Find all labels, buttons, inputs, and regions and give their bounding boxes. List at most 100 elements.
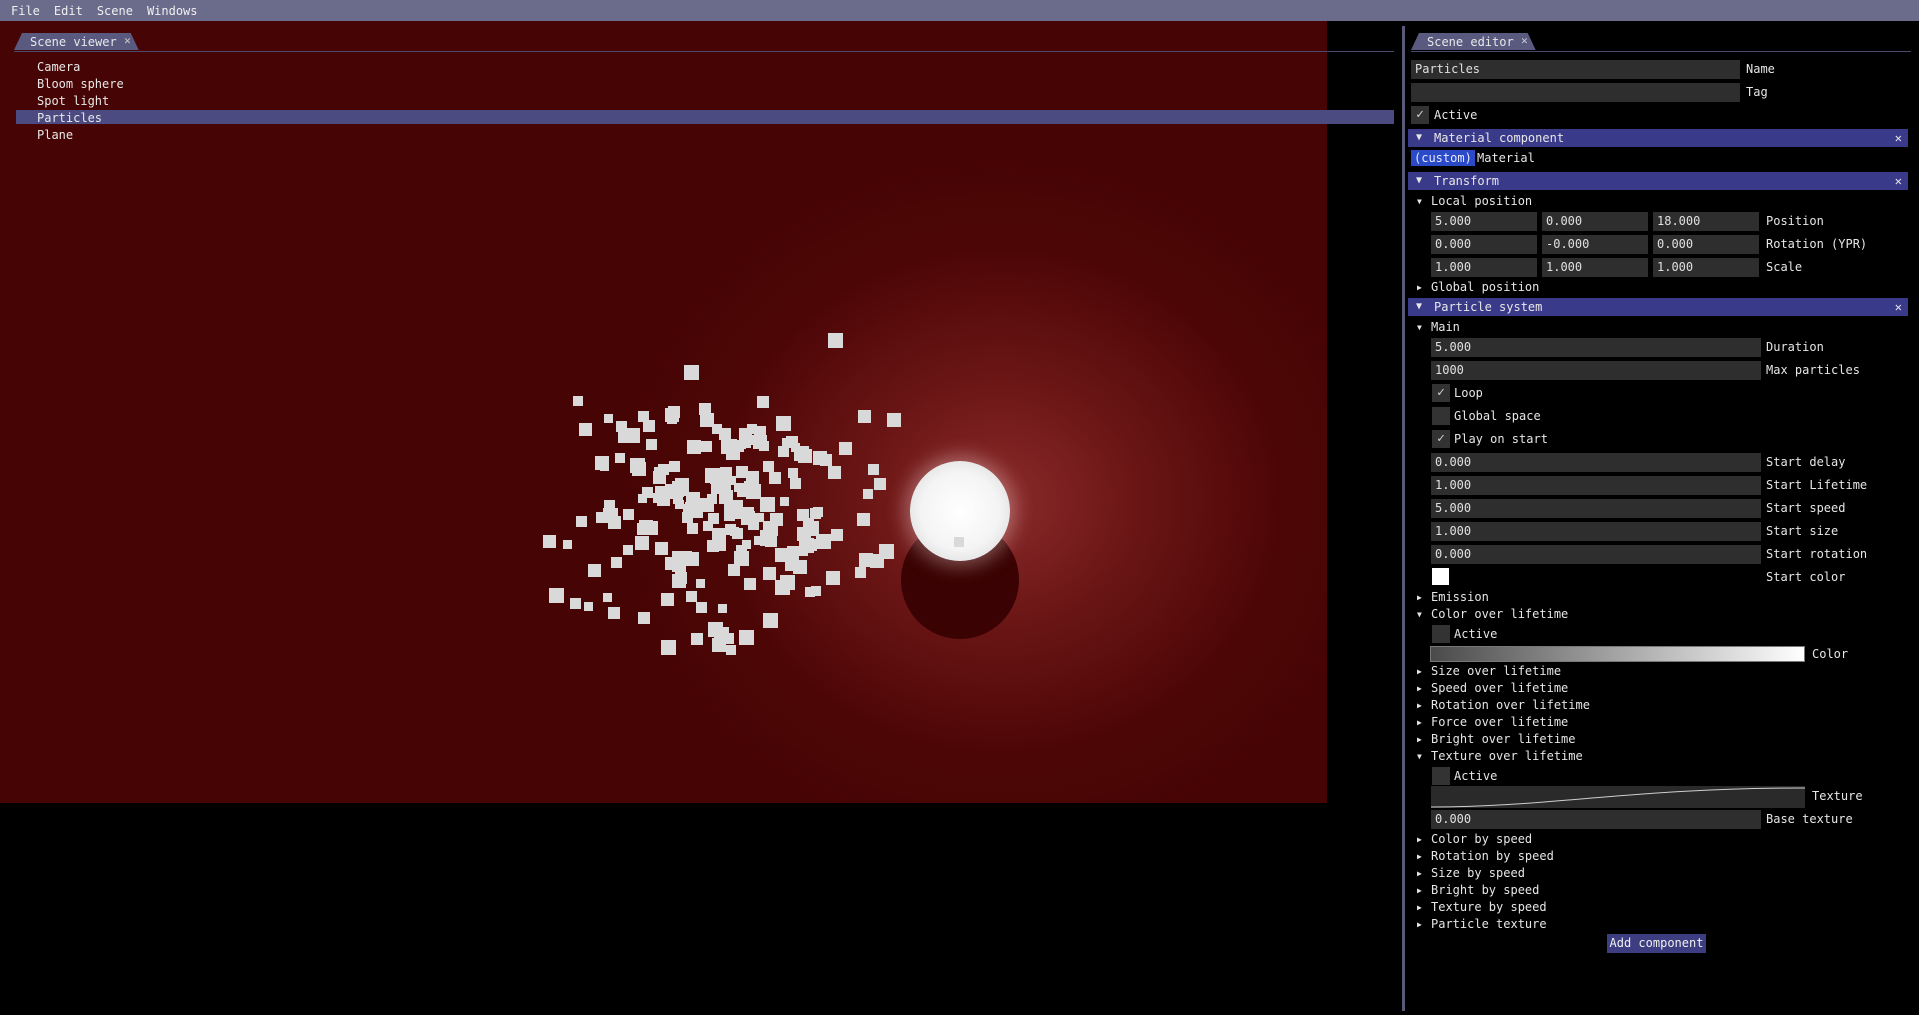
tree-item-plane[interactable]: Plane [37, 127, 73, 143]
emission-node[interactable]: ▶ Emission [1417, 589, 1489, 606]
force-over-lifetime-node[interactable]: ▶ Force over lifetime [1417, 714, 1568, 731]
transform-header[interactable]: ▼ Transform ✕ [1408, 172, 1908, 190]
play-on-start-checkbox[interactable]: ✓ [1432, 430, 1450, 448]
remove-component-icon[interactable]: ✕ [1895, 129, 1902, 147]
particle-sprite [573, 396, 583, 406]
particle-sprite [736, 545, 747, 556]
material-component-header[interactable]: ▼ Material component ✕ [1408, 129, 1908, 147]
start-rotation-field[interactable]: 0.000 [1431, 545, 1761, 564]
size-by-speed-node[interactable]: ▶ Size by speed [1417, 865, 1525, 882]
speed-over-lifetime-node[interactable]: ▶ Speed over lifetime [1417, 680, 1568, 697]
particle-sprite [584, 602, 593, 611]
size-over-lifetime-node[interactable]: ▶ Size over lifetime [1417, 663, 1561, 680]
global-space-label: Global space [1454, 409, 1541, 423]
scale-y[interactable]: 1.000 [1542, 258, 1648, 277]
scene-viewport[interactable] [0, 21, 1327, 803]
particle-sprite [623, 545, 633, 555]
bright-by-speed-node[interactable]: ▶ Bright by speed [1417, 882, 1539, 899]
main-label: Main [1431, 320, 1460, 334]
texture-curve-editor[interactable] [1431, 786, 1805, 808]
rotation-over-lifetime-node[interactable]: ▶ Rotation over lifetime [1417, 697, 1590, 714]
particle-sprite [608, 607, 620, 619]
material-label: Material [1477, 151, 1535, 165]
global-space-checkbox[interactable] [1432, 407, 1450, 425]
color-over-lifetime-node[interactable]: ▼ Color over lifetime [1417, 606, 1568, 623]
menu-edit[interactable]: Edit [47, 4, 90, 18]
max-particles-field[interactable]: 1000 [1431, 361, 1761, 380]
tree-item-camera[interactable]: Camera [37, 59, 80, 75]
particle-sprite [728, 564, 740, 576]
local-position-node[interactable]: ▼ Local position [1417, 193, 1532, 210]
particle-sprite [686, 591, 697, 602]
menu-scene[interactable]: Scene [90, 4, 140, 18]
loop-checkbox[interactable]: ✓ [1432, 384, 1450, 402]
rotation-by-speed-node[interactable]: ▶ Rotation by speed [1417, 848, 1554, 865]
start-color-swatch[interactable] [1432, 568, 1449, 585]
particle-sprite [588, 564, 601, 577]
name-field[interactable]: Particles [1411, 60, 1740, 79]
duration-field[interactable]: 5.000 [1431, 338, 1761, 357]
rotation-y[interactable]: 0.000 [1431, 235, 1537, 254]
tree-item-particles[interactable]: Particles [37, 110, 102, 126]
start-delay-field[interactable]: 0.000 [1431, 453, 1761, 472]
texture-lifetime-active-checkbox[interactable] [1432, 767, 1450, 785]
bright-over-lifetime-node[interactable]: ▶ Bright over lifetime [1417, 731, 1576, 748]
particle-sprite [737, 483, 751, 497]
particle-texture-node[interactable]: ▶ Particle texture [1417, 916, 1547, 933]
rotation-r[interactable]: 0.000 [1653, 235, 1759, 254]
color-by-speed-node[interactable]: ▶ Color by speed [1417, 831, 1532, 848]
tab-scene-editor-label: Scene editor [1427, 34, 1514, 49]
scale-x[interactable]: 1.000 [1431, 258, 1537, 277]
particle-sprite [794, 446, 809, 461]
tree-item-spot-light[interactable]: Spot light [37, 93, 109, 109]
start-lifetime-field[interactable]: 1.000 [1431, 476, 1761, 495]
texture-over-lifetime-node[interactable]: ▼ Texture over lifetime [1417, 748, 1583, 765]
particle-sprite [788, 468, 798, 478]
collapsed-arrow-icon: ▶ [1417, 593, 1422, 602]
global-position-node[interactable]: ▶ Global position [1417, 279, 1539, 296]
scale-z[interactable]: 1.000 [1653, 258, 1759, 277]
main-node[interactable]: ▼ Main [1417, 319, 1460, 336]
tag-field[interactable] [1411, 83, 1740, 102]
close-icon[interactable]: ✕ [124, 34, 131, 47]
position-y[interactable]: 0.000 [1542, 212, 1648, 231]
collapsed-arrow-icon: ▶ [1417, 283, 1422, 292]
start-size-field[interactable]: 1.000 [1431, 522, 1761, 541]
particle-sprite [744, 578, 756, 590]
rotation-p[interactable]: -0.000 [1542, 235, 1648, 254]
menu-windows[interactable]: Windows [140, 4, 205, 18]
material-custom-badge[interactable]: (custom) [1411, 150, 1475, 166]
menu-file[interactable]: File [4, 4, 47, 18]
particle-sprite [954, 537, 964, 547]
material-component-title: Material component [1434, 131, 1565, 145]
position-x[interactable]: 5.000 [1431, 212, 1537, 231]
particle-sprite [603, 593, 612, 602]
active-checkbox[interactable]: ✓ [1411, 106, 1429, 124]
particle-sprite [760, 497, 775, 512]
color-gradient-editor[interactable] [1430, 646, 1805, 662]
particle-sprite [696, 579, 705, 588]
name-label: Name [1746, 62, 1775, 76]
add-component-button[interactable]: Add component [1607, 934, 1706, 953]
emission-label: Emission [1431, 590, 1489, 604]
position-z[interactable]: 18.000 [1653, 212, 1759, 231]
particle-sprite [780, 497, 789, 506]
tab-scene-editor[interactable]: Scene editor ✕ [1411, 33, 1536, 50]
texture-by-speed-node[interactable]: ▶ Texture by speed [1417, 899, 1547, 916]
particle-sprite [765, 535, 777, 547]
color-lifetime-active-checkbox[interactable] [1432, 625, 1450, 643]
tab-scene-viewer[interactable]: Scene viewer ✕ [14, 33, 139, 50]
remove-component-icon[interactable]: ✕ [1895, 172, 1902, 190]
collapsed-arrow-icon: ▶ [1417, 886, 1422, 895]
base-texture-field[interactable]: 0.000 [1431, 810, 1761, 829]
particle-sprite [770, 513, 783, 526]
play-on-start-label: Play on start [1454, 432, 1548, 446]
start-speed-field[interactable]: 5.000 [1431, 499, 1761, 518]
close-icon[interactable]: ✕ [1521, 34, 1528, 47]
tree-item-bloom-sphere[interactable]: Bloom sphere [37, 76, 124, 92]
remove-component-icon[interactable]: ✕ [1895, 298, 1902, 316]
particle-sprite [776, 416, 791, 431]
particle-system-header[interactable]: ▼ Particle system ✕ [1408, 298, 1908, 316]
particle-sprite [639, 520, 650, 531]
particle-sprite [579, 423, 592, 436]
